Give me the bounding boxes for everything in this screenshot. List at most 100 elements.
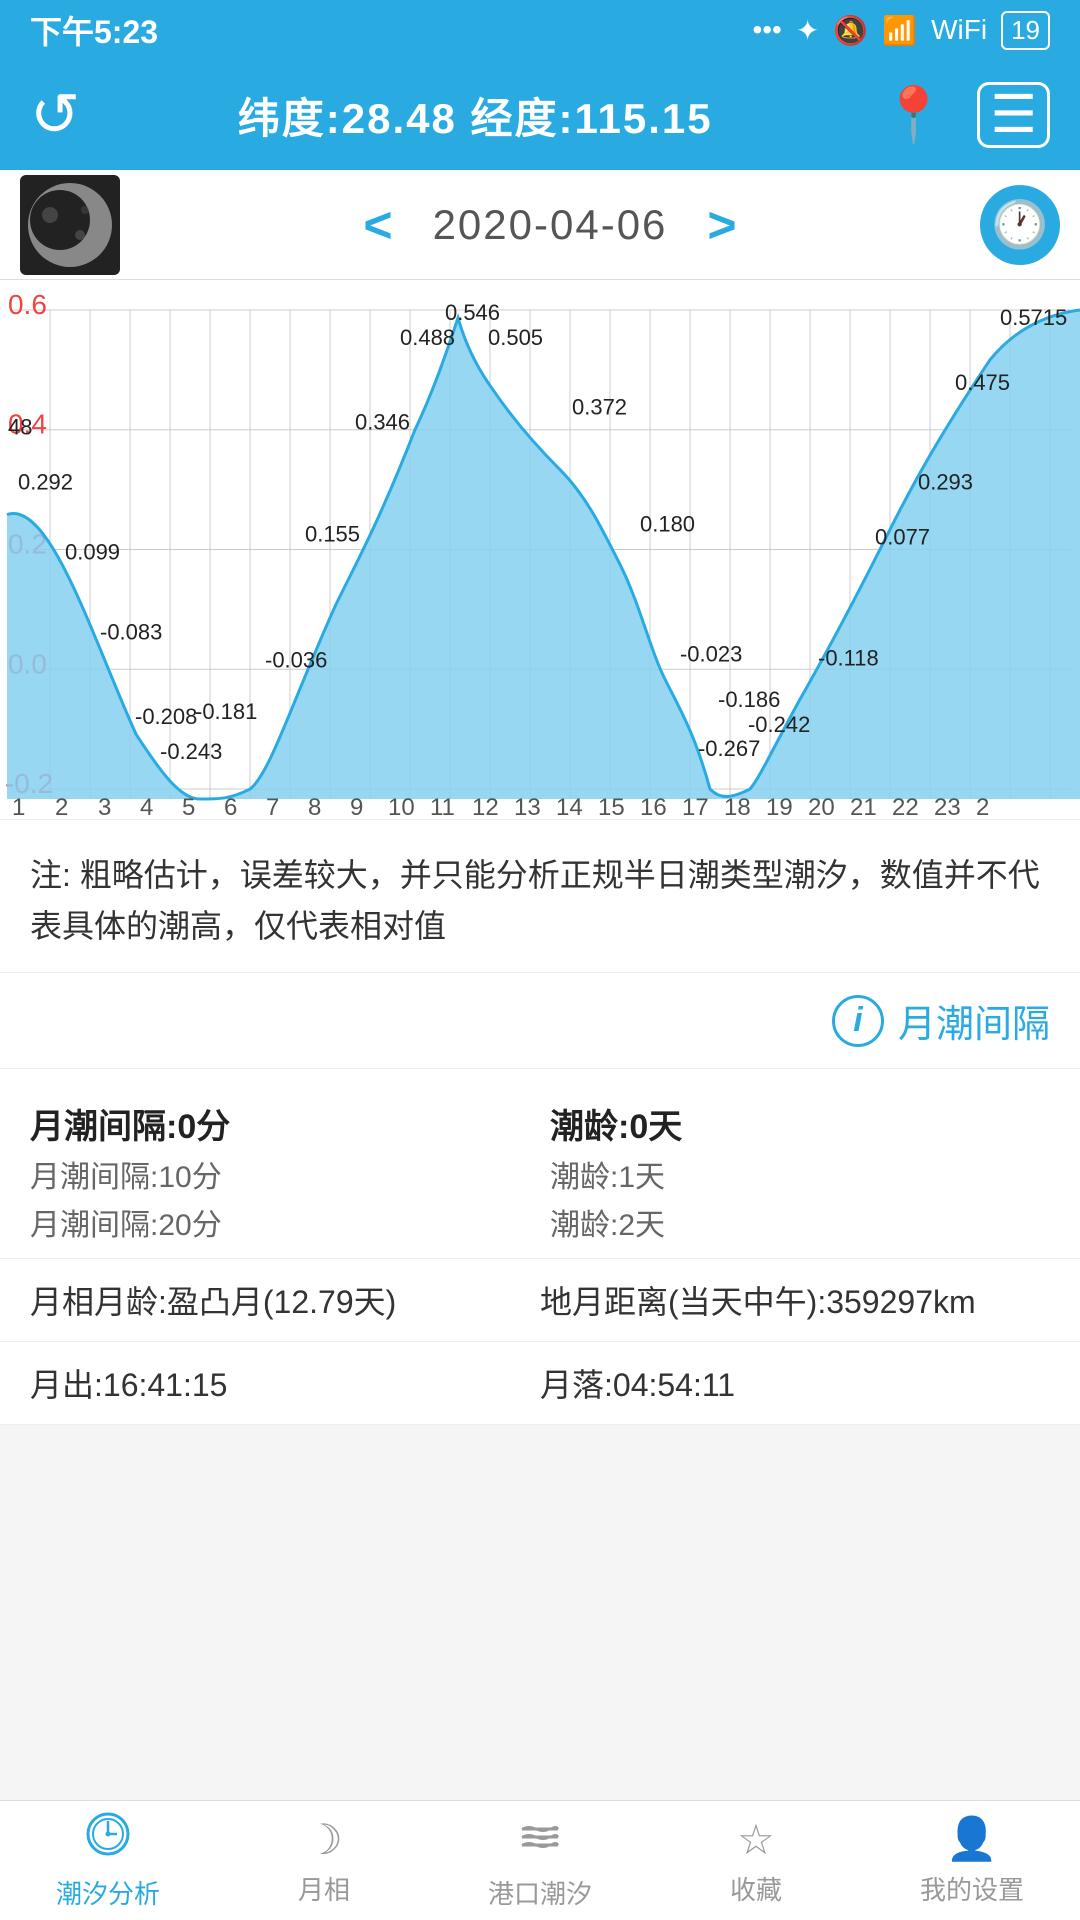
moon-set-info: 月落:04:54:11 xyxy=(540,1352,1050,1414)
location-button[interactable]: 📍 xyxy=(870,84,957,146)
svg-text:0.372: 0.372 xyxy=(572,395,627,420)
svg-text:0.077: 0.077 xyxy=(875,525,930,550)
status-bar: 下午5:23 ••• ✦ 🔕 📶 WiFi 19 xyxy=(0,0,1080,60)
moon-interval-cell: 月潮间隔:0分 月潮间隔:10分 月潮间隔:20分 xyxy=(30,1099,530,1248)
tidal-age-primary: 潮龄:0天 xyxy=(550,1099,1050,1148)
svg-text:16: 16 xyxy=(640,794,667,819)
svg-text:0.155: 0.155 xyxy=(305,522,360,547)
battery-icon: 19 xyxy=(1001,11,1050,50)
svg-text:0.546: 0.546 xyxy=(445,300,500,325)
svg-text:23: 23 xyxy=(934,794,961,819)
moon-rise-info: 月出:16:41:15 xyxy=(30,1352,540,1414)
svg-text:0.488: 0.488 xyxy=(400,325,455,350)
svg-text:0.571: 0.571 xyxy=(1000,305,1055,330)
clock-icon: 🕐 xyxy=(991,197,1048,252)
data-grid: 月潮间隔:0分 月潮间隔:10分 月潮间隔:20分 潮龄:0天 潮龄:1天 潮龄… xyxy=(0,1069,1080,1259)
svg-text:48: 48 xyxy=(8,415,32,440)
info-row-2: 月出:16:41:15 月落:04:54:11 xyxy=(0,1342,1080,1425)
svg-text:0.099: 0.099 xyxy=(65,540,120,565)
note-section: 注: 粗略估计，误差较大，并只能分析正规半日潮类型潮汐，数值并不代表具体的潮高，… xyxy=(0,820,1080,973)
nav-item-favorites[interactable]: ☆ 收藏 xyxy=(648,1815,864,1907)
refresh-button[interactable]: ↺ xyxy=(30,85,80,145)
header-title: 纬度:28.48 经度:115.15 xyxy=(238,85,713,146)
nav-item-harbor[interactable]: 港口潮汐 xyxy=(432,1811,648,1911)
tidal-age-cell: 潮龄:0天 潮龄:1天 潮龄:2天 xyxy=(550,1099,1050,1248)
signal-icon: 📶 xyxy=(882,14,917,47)
moon-nav-label: 月相 xyxy=(298,1870,350,1907)
dots-icon: ••• xyxy=(752,14,781,46)
svg-text:7: 7 xyxy=(266,794,279,819)
svg-text:0.6: 0.6 xyxy=(8,289,47,320)
tidal-nav-label: 潮汐分析 xyxy=(56,1874,160,1911)
svg-text:9: 9 xyxy=(350,794,363,819)
svg-text:1: 1 xyxy=(12,794,25,819)
harbor-nav-icon xyxy=(517,1811,563,1868)
svg-text:0.475: 0.475 xyxy=(955,370,1010,395)
date-controls: < 2020-04-06 > xyxy=(140,196,960,254)
settings-nav-label: 我的设置 xyxy=(920,1870,1024,1907)
svg-text:20: 20 xyxy=(808,794,835,819)
svg-text:21: 21 xyxy=(850,794,877,819)
favorites-nav-label: 收藏 xyxy=(730,1870,782,1907)
prev-date-button[interactable]: < xyxy=(363,196,392,254)
chart-container: 0.6 0.4 0.2 0.0 -0.2 0.292 0.099 -0.083 … xyxy=(0,280,1080,820)
svg-text:-0.186: -0.186 xyxy=(718,687,780,712)
tidal-age-secondary2: 潮龄:2天 xyxy=(550,1200,1050,1244)
svg-text:8: 8 xyxy=(308,794,321,819)
moon-nav-icon: ☽ xyxy=(305,1815,343,1864)
nav-item-settings[interactable]: 👤 我的设置 xyxy=(864,1815,1080,1907)
tidal-nav-icon xyxy=(85,1811,131,1868)
svg-text:2: 2 xyxy=(976,794,989,819)
date-nav: < 2020-04-06 > 🕐 xyxy=(0,170,1080,280)
svg-text:0.293: 0.293 xyxy=(918,470,973,495)
moon-interval-secondary2: 月潮间隔:20分 xyxy=(30,1200,530,1244)
svg-text:-0.118: -0.118 xyxy=(818,645,879,670)
svg-text:11: 11 xyxy=(430,794,455,819)
svg-text:-0.242: -0.242 xyxy=(748,712,810,737)
svg-text:0.292: 0.292 xyxy=(18,470,73,495)
interval-label: 月潮间隔 xyxy=(898,993,1050,1048)
svg-text:-0.243: -0.243 xyxy=(160,739,222,764)
clock-button[interactable]: 🕐 xyxy=(980,185,1060,265)
star-nav-icon: ☆ xyxy=(737,1815,775,1864)
interval-section: i 月潮间隔 xyxy=(0,973,1080,1069)
info-icon[interactable]: i xyxy=(832,995,884,1047)
bluetooth-icon: ✦ xyxy=(796,14,819,47)
mute-icon: 🔕 xyxy=(833,14,868,47)
svg-text:3: 3 xyxy=(98,794,111,819)
svg-text:0.180: 0.180 xyxy=(640,512,695,537)
nav-item-tidal[interactable]: 潮汐分析 xyxy=(0,1811,216,1911)
svg-text:4: 4 xyxy=(140,794,153,819)
tidal-chart: 0.6 0.4 0.2 0.0 -0.2 0.292 0.099 -0.083 … xyxy=(0,280,1080,819)
note-text: 注: 粗略估计，误差较大，并只能分析正规半日潮类型潮汐，数值并不代表具体的潮高，… xyxy=(30,857,1040,944)
svg-text:5: 5 xyxy=(1055,305,1067,330)
header-icons: 📍 ☰ xyxy=(870,82,1050,148)
tidal-age-secondary1: 潮龄:1天 xyxy=(550,1152,1050,1196)
menu-button[interactable]: ☰ xyxy=(977,82,1050,148)
moon-image xyxy=(20,175,120,275)
moon-distance-info: 地月距离(当天中午):359297km xyxy=(540,1269,1050,1331)
current-date: 2020-04-06 xyxy=(433,201,668,249)
svg-text:13: 13 xyxy=(514,794,541,819)
status-icons: ••• ✦ 🔕 📶 WiFi 19 xyxy=(752,11,1050,50)
next-date-button[interactable]: > xyxy=(707,196,736,254)
svg-text:6: 6 xyxy=(224,794,237,819)
app-header: ↺ 纬度:28.48 经度:115.15 📍 ☰ xyxy=(0,60,1080,170)
harbor-nav-label: 港口潮汐 xyxy=(488,1874,592,1911)
svg-text:-0.083: -0.083 xyxy=(100,619,162,644)
svg-text:5: 5 xyxy=(182,794,195,819)
svg-text:-0.023: -0.023 xyxy=(680,641,742,666)
svg-text:0.346: 0.346 xyxy=(355,410,410,435)
svg-text:-0.036: -0.036 xyxy=(265,647,327,672)
svg-text:14: 14 xyxy=(556,794,583,819)
svg-text:15: 15 xyxy=(598,794,625,819)
svg-text:12: 12 xyxy=(472,794,499,819)
moon-interval-secondary1: 月潮间隔:10分 xyxy=(30,1152,530,1196)
svg-text:2: 2 xyxy=(55,794,68,819)
moon-interval-primary: 月潮间隔:0分 xyxy=(30,1099,530,1148)
svg-text:17: 17 xyxy=(682,794,709,819)
svg-text:-0.267: -0.267 xyxy=(698,736,760,761)
nav-item-moon[interactable]: ☽ 月相 xyxy=(216,1815,432,1907)
svg-text:-0.181: -0.181 xyxy=(195,699,257,724)
svg-text:19: 19 xyxy=(766,794,793,819)
